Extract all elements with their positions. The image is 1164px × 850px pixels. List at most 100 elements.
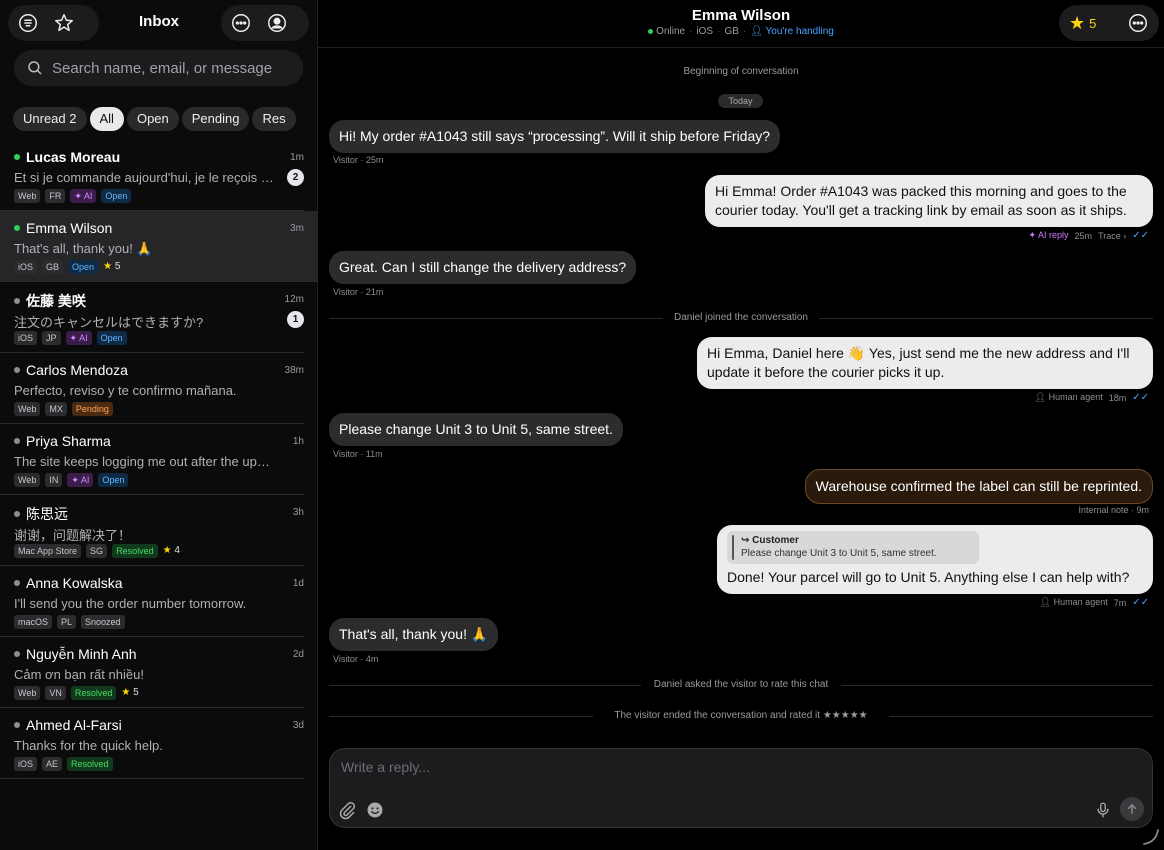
conversation-item[interactable]: Ahmed Al-Farsi 3d Thanks for the quick h… [0, 708, 304, 779]
tag-country: AE [42, 757, 63, 771]
message-meta: 👤︎ Human agent 18m ✓✓ [1034, 392, 1149, 403]
conversation-time: 3d [292, 720, 304, 731]
search-input[interactable] [52, 59, 292, 77]
rating-button[interactable]: ★ 5 [1069, 13, 1096, 34]
more-options-icon[interactable] [1125, 10, 1151, 36]
tag-platform: macOS [14, 615, 53, 629]
tag-platform: Web [14, 402, 41, 416]
reply-input[interactable] [341, 759, 1121, 781]
offline-indicator [14, 367, 20, 373]
tag-status: Open [68, 260, 99, 274]
star-filled-icon: ★ [1069, 12, 1086, 33]
tag-country: PL [57, 615, 77, 629]
star-icon[interactable] [48, 7, 80, 39]
contact-name: Carlos Mendoza [26, 362, 128, 378]
rating-badge: ★ 4 [162, 545, 180, 556]
conversation-preview: Perfecto, reviso y te confirmo mañana. [14, 383, 237, 398]
header-actions: ★ 5 [1059, 5, 1159, 41]
beginning-label: Beginning of conversation [683, 66, 799, 77]
conversation-preview: The site keeps logging me out after the … [14, 454, 276, 469]
tag-platform: Web [14, 473, 41, 487]
account-icon[interactable] [261, 7, 293, 39]
conversation-time: 1d [292, 578, 304, 589]
search-bar[interactable] [14, 50, 303, 86]
tag-status: Snoozed [81, 615, 125, 629]
conversation-time: 3h [292, 507, 304, 518]
person-icon: 👤︎ [750, 26, 763, 37]
microphone-icon[interactable] [1092, 799, 1114, 821]
offline-indicator [14, 722, 20, 728]
visitor-message: That's all, thank you! 🙏 [329, 618, 499, 651]
offline-indicator [14, 580, 20, 586]
online-indicator [14, 154, 20, 160]
contact-name: 佐藤 美咲 [26, 293, 86, 309]
contact-name: Nguyễn Minh Anh [26, 646, 137, 662]
message-meta: Visitor · 4m [333, 654, 379, 664]
filter-all[interactable]: All [89, 107, 124, 131]
tag-platform: Web [14, 189, 41, 203]
platform-text: iOS [696, 26, 714, 37]
conversation-item[interactable]: Anna Kowalska 1d I'll send you the order… [0, 566, 304, 637]
offline-indicator [14, 511, 20, 517]
more-options-icon[interactable] [225, 7, 257, 39]
trace-link[interactable]: Trace › [1098, 231, 1126, 241]
handling-status: 👤︎ You're handling [750, 26, 834, 37]
filter-pending[interactable]: Pending [181, 107, 250, 131]
conversation-item[interactable]: Nguyễn Minh Anh 2d Cảm ơn bạn rất nhiều!… [0, 637, 304, 708]
tag-country: IN [45, 473, 63, 487]
conversation-time: 1h [292, 436, 304, 447]
rating-badge: ★ 5 [121, 687, 139, 698]
ai-reply-message: Hi Emma! Order #A1043 was packed this mo… [705, 175, 1153, 227]
tag-country: GB [42, 260, 64, 274]
menu-icon[interactable] [12, 7, 44, 39]
conversation-list: Lucas Moreau 1m Et si je commande aujour… [0, 140, 318, 779]
conversation-time: 38m [284, 365, 304, 376]
reply-arrow-icon: ↪ [741, 535, 750, 546]
tag-country: JP [42, 331, 61, 345]
attachment-icon[interactable] [336, 799, 358, 821]
offline-indicator [14, 298, 20, 304]
tag-platform: iOS [14, 331, 38, 345]
offline-indicator [14, 651, 20, 657]
conversation-item[interactable]: Lucas Moreau 1m Et si je commande aujour… [0, 140, 304, 211]
day-separator: Today [718, 94, 763, 108]
conversation-item[interactable]: 佐藤 美咲 12m 注文のキャンセルはできますか? 1 iOS JP ✦ AI … [0, 282, 304, 353]
sidebar-left-actions [8, 5, 99, 41]
filter-resolved[interactable]: Res [252, 107, 296, 131]
header-contact-name[interactable]: Emma Wilson [318, 7, 1164, 24]
conversation-ended-notice: The visitor ended the conversation and r… [329, 710, 1153, 721]
contact-name: Lucas Moreau [26, 149, 121, 165]
sidebar-right-actions [221, 5, 309, 41]
ai-reply-label: ✦ AI reply [1028, 230, 1069, 240]
tag-country: SG [86, 544, 108, 558]
conversation-preview: I'll send you the order number tomorrow. [14, 596, 247, 611]
conversation-item-selected[interactable]: Emma Wilson 3m That's all, thank you! 🙏 … [0, 211, 318, 282]
internal-note: Warehouse confirmed the label can still … [804, 469, 1153, 504]
country-text: GB [724, 26, 739, 37]
conversation-time: 2d [292, 649, 304, 660]
unread-badge: 2 [287, 169, 304, 186]
agent-message-text: Done! Your parcel will go to Unit 5. Any… [727, 569, 1130, 585]
message-meta: Internal note · 9m [1078, 505, 1149, 515]
message-meta: Visitor · 25m [333, 155, 384, 165]
human-agent-label: 👤︎ Human agent [1039, 597, 1108, 607]
conversation-item[interactable]: Carlos Mendoza 38m Perfecto, reviso y te… [0, 353, 304, 424]
tag-status: Open [101, 189, 132, 203]
filter-unread[interactable]: Unread 2 [13, 107, 87, 131]
emoji-icon[interactable] [364, 799, 386, 821]
contact-name: 陈思远 [26, 506, 68, 522]
tag-status: Resolved [112, 544, 158, 558]
resize-handle-icon[interactable] [1142, 828, 1160, 846]
agent-message: Hi Emma, Daniel here 👋 Yes, just send me… [697, 337, 1153, 389]
quoted-message[interactable]: ↪ Customer Please change Unit 3 to Unit … [727, 531, 979, 564]
filter-open[interactable]: Open [126, 107, 179, 131]
online-indicator [648, 28, 654, 34]
conversation-item[interactable]: Priya Sharma 1h The site keeps logging m… [0, 424, 304, 495]
tag-country: FR [45, 189, 66, 203]
send-button[interactable] [1120, 797, 1144, 821]
message-meta: Visitor · 11m [333, 449, 383, 459]
conversation-preview: Et si je commande aujourd'hui, je le reç… [14, 170, 276, 185]
tag-ai: ✦ AI [65, 331, 92, 345]
conversation-item[interactable]: 陈思远 3h 谢谢，问题解决了！ Mac App Store SG Resolv… [0, 495, 304, 566]
conversation-preview: Thanks for the quick help. [14, 738, 163, 753]
